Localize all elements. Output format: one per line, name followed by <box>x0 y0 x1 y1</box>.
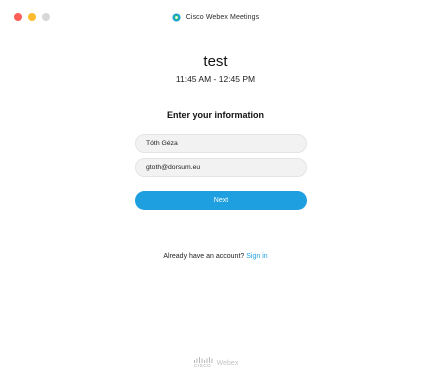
window-controls <box>14 13 50 21</box>
window-title: Cisco Webex Meetings <box>172 13 259 22</box>
maximize-window-button[interactable] <box>42 13 50 21</box>
meeting-title: test <box>203 53 228 70</box>
cisco-wordmark: CISCO <box>194 363 212 368</box>
meeting-time: 11:45 AM - 12:45 PM <box>175 74 256 84</box>
sign-in-link[interactable]: Sign in <box>246 253 267 260</box>
webex-wordmark: Webex <box>216 360 239 367</box>
form-heading: Enter your information <box>166 110 264 120</box>
webex-logo-icon <box>172 13 181 22</box>
app-title: Cisco Webex Meetings <box>185 14 260 21</box>
email-field[interactable] <box>135 158 307 177</box>
minimize-window-button[interactable] <box>28 13 36 21</box>
footer-logo: CISCO Webex <box>0 357 431 368</box>
webex-window: Cisco Webex Meetings test 11:45 AM - 12:… <box>0 0 431 383</box>
title-bar: Cisco Webex Meetings <box>0 0 431 34</box>
cisco-logo: CISCO <box>193 357 213 368</box>
close-window-button[interactable] <box>14 13 22 21</box>
account-prompt-row: Already have an account? Sign in <box>0 253 431 260</box>
next-button[interactable]: Next <box>135 191 307 210</box>
account-prompt: Already have an account? <box>163 253 245 260</box>
name-field[interactable] <box>135 134 307 153</box>
